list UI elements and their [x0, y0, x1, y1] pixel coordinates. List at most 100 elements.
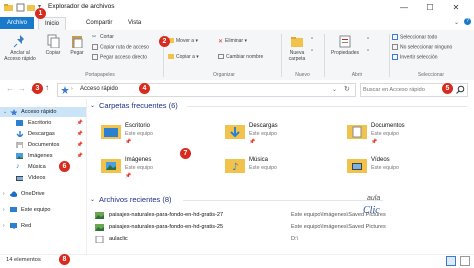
pin-icon: 📌	[76, 153, 83, 159]
new-folder-label: Nueva carpeta	[288, 50, 306, 62]
up-arrow-icon[interactable]: ↑	[45, 83, 49, 92]
ribbon-divider	[324, 34, 325, 77]
pin-icon	[13, 35, 24, 48]
copy-to-icon	[168, 54, 174, 60]
folder-tile-documentos[interactable]: Documentos Este equipo 📌	[347, 121, 457, 149]
recent-file-row[interactable]: paisajes-naturales-para-fondo-en-hd-grat…	[95, 211, 395, 221]
nav-item-documentos[interactable]: Documentos 📌	[0, 140, 86, 150]
recent-file-row[interactable]: paisajes-naturales-para-fondo-en-hd-grat…	[95, 223, 395, 233]
rename-button[interactable]: Cambiar nombre	[218, 54, 263, 60]
nav-item-onedrive[interactable]: › OneDrive	[0, 189, 86, 199]
nav-item-acceso-rapido[interactable]: ⌄ Acceso rápido	[0, 107, 86, 117]
folder-tile-descargas[interactable]: Descargas Este equipo 📌	[225, 121, 335, 149]
folder-location: Este equipo	[249, 131, 277, 137]
new-item-icon[interactable]: ▫	[311, 36, 313, 42]
videos-folder-icon	[347, 159, 367, 173]
folder-tile-videos[interactable]: Vídeos Este equipo	[347, 155, 457, 183]
content-pane: ⌄ Carpetas frecuentes (6) Escritorio Est…	[87, 99, 474, 254]
help-icon[interactable]: ?	[464, 18, 471, 25]
nav-item-escritorio[interactable]: Escritorio 📌	[0, 118, 86, 128]
nav-item-musica[interactable]: ♪ Música	[0, 162, 86, 172]
collapse-chevron-icon[interactable]: ⌄	[90, 196, 95, 203]
paste-button[interactable]: Pegar	[66, 34, 88, 56]
folder-tile-escritorio[interactable]: Escritorio Este equipo 📌	[101, 121, 211, 149]
invert-selection-button[interactable]: Invertir selección	[392, 54, 438, 60]
save-quick-icon[interactable]	[16, 3, 25, 12]
search-icon[interactable]	[456, 85, 465, 96]
pin-quick-access-button[interactable]: Anclar al Acceso rápido	[4, 34, 36, 62]
details-view-icon[interactable]	[446, 256, 456, 266]
refresh-icon[interactable]: ↻	[344, 85, 350, 93]
frequent-folders-header[interactable]: Carpetas frecuentes (6)	[99, 101, 178, 110]
breadcrumb-chevron-icon[interactable]: ›	[71, 86, 73, 92]
address-path[interactable]: Acceso rápido	[80, 86, 118, 92]
tab-archivo[interactable]: Archivo	[0, 17, 35, 29]
section-divider	[183, 200, 383, 201]
tab-compartir[interactable]: Compartir	[80, 17, 118, 29]
callout-marker: 4	[139, 83, 150, 94]
tab-vista[interactable]: Vista	[122, 17, 147, 29]
invert-selection-label: Invertir selección	[400, 54, 438, 61]
folder-tile-imagenes[interactable]: Imágenes Este equipo 📌	[101, 155, 211, 183]
collapse-ribbon-icon[interactable]: ⌄	[454, 19, 459, 26]
folder-location: Este equipo	[125, 165, 153, 171]
select-all-button[interactable]: Seleccionar todo	[392, 34, 437, 40]
collapse-chevron-icon[interactable]: ⌄	[90, 102, 95, 109]
forward-arrow-icon[interactable]: →	[18, 84, 26, 93]
copy-button[interactable]: Copiar	[42, 34, 64, 56]
maximize-button[interactable]: ☐	[420, 2, 440, 14]
address-bar[interactable]: › Acceso rápido ⌄ ↻	[57, 83, 356, 97]
close-button[interactable]: ✕	[446, 2, 466, 14]
copy-to-button[interactable]: Copiar a ▾	[168, 54, 199, 60]
new-folder-button[interactable]: Nueva carpeta	[284, 34, 310, 62]
cloud-icon	[10, 191, 17, 197]
recent-files-header[interactable]: Archivos recientes (8)	[99, 195, 172, 204]
ribbon: Anclar al Acceso rápido Copiar Pegar ✂ Co…	[0, 30, 474, 81]
properties-button[interactable]: Propiedades	[326, 34, 364, 56]
callout-marker: 1	[35, 8, 46, 19]
nav-item-videos[interactable]: Vídeos	[0, 173, 86, 183]
expand-arrow-icon: ⌄	[3, 109, 8, 115]
search-input[interactable]	[363, 85, 451, 94]
cut-button[interactable]: ✂ Cortar	[92, 34, 114, 40]
select-none-icon	[392, 44, 398, 50]
delete-button[interactable]: ✕ Eliminar ▾	[218, 38, 247, 46]
copy-icon	[47, 34, 60, 48]
nav-item-red[interactable]: › Red	[0, 221, 86, 231]
nav-label: Este equipo	[21, 207, 51, 213]
desktop-folder-icon	[101, 125, 121, 139]
section-divider	[187, 106, 467, 107]
folder-name: Descargas	[249, 123, 278, 129]
nav-item-descargas[interactable]: Descargas 📌	[0, 129, 86, 139]
scissors-icon: ✂	[92, 34, 97, 41]
nav-item-imagenes[interactable]: Imágenes 📌	[0, 151, 86, 161]
folder-name: Imágenes	[125, 157, 152, 163]
folder-location: Este equipo	[371, 165, 399, 171]
open-icon[interactable]: ▫	[367, 36, 369, 42]
paste-shortcut-button[interactable]: Pegar acceso directo	[92, 54, 147, 60]
folder-location: Este equipo	[371, 131, 399, 137]
move-to-button[interactable]: Mover a ▾	[168, 38, 198, 44]
tab-inicio[interactable]: Inicio	[38, 17, 67, 30]
history-icon[interactable]: ▫	[367, 48, 369, 54]
navigation-pane: ⌄ Acceso rápido Escritorio 📌 Descargas 📌…	[0, 99, 87, 254]
recent-file-row[interactable]: aulaclic D:\	[95, 235, 395, 245]
pin-icon: 📌	[76, 142, 83, 148]
easy-access-icon[interactable]: ▫	[311, 48, 313, 54]
delete-icon: ✕	[218, 39, 224, 46]
pin-icon: 📌	[371, 139, 378, 145]
group-portapapeles: Portapapeles	[85, 72, 115, 78]
minimize-button[interactable]: —	[394, 2, 414, 14]
file-name: aulaclic	[109, 236, 128, 242]
large-icons-view-icon[interactable]	[460, 256, 470, 266]
folder-tile-musica[interactable]: ♪ Música Este equipo	[225, 155, 335, 183]
nav-item-este-equipo[interactable]: › Este equipo	[0, 205, 86, 215]
pin-icon: 📌	[125, 173, 132, 179]
address-dropdown-icon[interactable]: ⌄	[332, 86, 337, 93]
select-none-button[interactable]: No seleccionar ninguno	[392, 44, 452, 50]
document-file-icon	[95, 236, 104, 243]
copy-path-button[interactable]: Copiar ruta de acceso	[92, 44, 149, 50]
paste-shortcut-icon	[92, 54, 98, 60]
callout-marker: 7	[180, 148, 191, 159]
back-arrow-icon[interactable]: ←	[6, 84, 14, 93]
